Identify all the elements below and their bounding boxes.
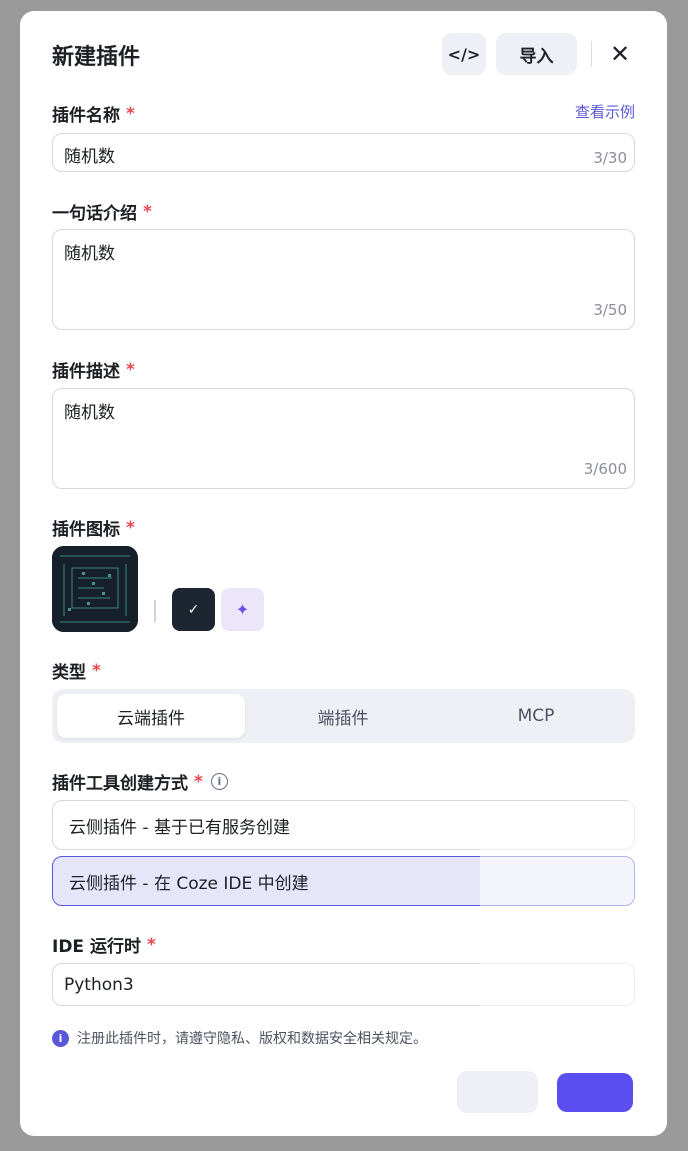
plugin-intro-label: 一句话介绍 *	[52, 201, 152, 225]
ai-generate-icon-button[interactable]: ✦	[221, 588, 264, 631]
import-button[interactable]: 导入	[496, 33, 577, 75]
sparkle-icon: ✦	[235, 600, 250, 619]
plugin-desc-counter: 3/600	[583, 460, 627, 478]
compliance-notice: i 注册此插件时，请遵守隐私、版权和数据安全相关规定。	[52, 1028, 427, 1048]
required-mark: *	[194, 771, 203, 792]
type-option-cloud[interactable]: 云端插件	[57, 694, 245, 738]
required-mark: *	[126, 359, 135, 380]
plugin-name-label: 插件名称 *	[52, 103, 135, 127]
ide-runtime-label: IDE 运行时 *	[52, 934, 156, 958]
header-divider	[591, 41, 592, 67]
check-icon: ✓	[187, 601, 200, 618]
required-mark: *	[143, 201, 152, 222]
confirm-button[interactable]	[557, 1073, 633, 1112]
view-example-link[interactable]: 查看示例	[540, 101, 635, 122]
info-icon[interactable]: i	[210, 773, 228, 790]
plugin-desc-value: 随机数	[64, 403, 115, 423]
tool-method-label: 插件工具创建方式 * i	[52, 769, 228, 794]
code-icon: </>	[447, 44, 481, 64]
code-view-button[interactable]: </>	[442, 33, 486, 75]
create-plugin-dialog: 新建插件 </> 导入 ✕ 插件名称 * 查看示例 随机数 3/30 一句话介绍…	[20, 11, 667, 1136]
cancel-button[interactable]	[457, 1071, 538, 1113]
dark-swatch-button[interactable]: ✓	[172, 588, 215, 631]
plugin-desc-textarea[interactable]: 随机数 3/600	[52, 388, 635, 489]
icon-divider	[154, 600, 156, 622]
plugin-intro-value: 随机数	[64, 244, 115, 264]
close-icon: ✕	[609, 40, 631, 68]
dialog-title: 新建插件	[52, 45, 141, 70]
ide-runtime-value: Python3	[64, 975, 134, 995]
plugin-intro-counter: 3/50	[593, 301, 627, 319]
plugin-avatar-image[interactable]	[52, 546, 138, 632]
plugin-name-counter: 3/30	[593, 149, 627, 167]
plugin-icon-label: 插件图标 *	[52, 517, 135, 541]
plugin-name-input[interactable]: 随机数 3/30	[52, 133, 635, 172]
type-option-mcp[interactable]: MCP	[442, 694, 630, 738]
close-button[interactable]: ✕	[604, 38, 636, 70]
required-mark: *	[126, 103, 135, 124]
plugin-desc-label: 插件描述 *	[52, 359, 135, 383]
required-mark: *	[126, 517, 135, 538]
required-mark: *	[92, 660, 101, 681]
info-icon: i	[52, 1029, 69, 1047]
avatar-art	[52, 546, 138, 632]
plugin-intro-textarea[interactable]: 随机数 3/50	[52, 229, 635, 330]
plugin-name-value: 随机数	[64, 147, 115, 167]
plugin-type-label: 类型 *	[52, 660, 101, 684]
notice-text: 注册此插件时，请遵守隐私、版权和数据安全相关规定。	[77, 1031, 427, 1047]
plugin-type-segmented: 云端插件 端插件 MCP	[52, 689, 635, 743]
required-mark: *	[146, 934, 156, 955]
type-option-device[interactable]: 端插件	[249, 694, 437, 738]
